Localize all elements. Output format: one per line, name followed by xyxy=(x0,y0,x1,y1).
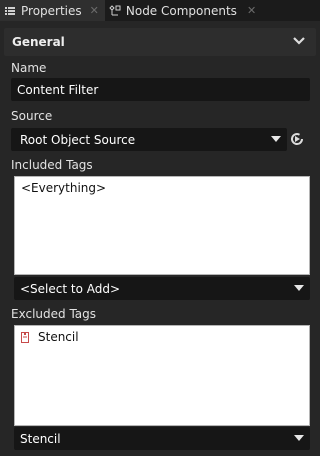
name-label: Name xyxy=(11,61,47,75)
dropdown-arrow-icon xyxy=(294,285,304,291)
close-icon[interactable]: ✕ xyxy=(247,4,256,17)
excluded-select-value: Stencil xyxy=(20,431,61,446)
source-dropdown[interactable]: Root Object Source xyxy=(11,128,287,151)
tab-node-components-label: Node Components xyxy=(125,3,237,18)
dropdown-arrow-icon xyxy=(271,136,281,142)
list-item[interactable]: Stencil xyxy=(21,329,303,345)
source-value: Root Object Source xyxy=(20,132,136,147)
excluded-tags-label: Excluded Tags xyxy=(11,307,97,321)
excluded-tags-select[interactable]: Stencil xyxy=(14,427,310,450)
name-field[interactable]: Content Filter xyxy=(11,78,310,101)
included-select-value: <Select to Add> xyxy=(20,281,121,296)
source-label: Source xyxy=(11,109,53,123)
tab-node-components[interactable]: Node Components ✕ xyxy=(105,0,262,21)
list-item[interactable]: <Everything> xyxy=(21,180,303,196)
go-to-source-icon[interactable] xyxy=(289,131,305,147)
list-item-label: Stencil xyxy=(38,330,79,344)
dropdown-arrow-icon xyxy=(294,435,304,441)
group-header-general[interactable]: General xyxy=(4,28,316,56)
list-icon xyxy=(4,5,16,17)
group-title: General xyxy=(12,35,65,49)
tab-bar: Properties ✕ Node Components ✕ xyxy=(0,0,320,21)
properties-panel: General Name Content Filter Source Root … xyxy=(0,21,320,456)
included-tags-select[interactable]: <Select to Add> xyxy=(14,277,310,300)
tab-properties[interactable]: Properties ✕ xyxy=(0,0,105,21)
tab-properties-label: Properties xyxy=(21,3,82,18)
excluded-tags-list[interactable]: Stencil xyxy=(14,325,310,426)
close-icon[interactable]: ✕ xyxy=(90,4,99,17)
chevron-down-icon[interactable] xyxy=(292,34,306,48)
remove-tag-icon[interactable] xyxy=(21,331,29,343)
included-tags-label: Included Tags xyxy=(11,158,93,172)
included-tags-list[interactable]: <Everything> xyxy=(14,176,310,275)
list-item-label: <Everything> xyxy=(21,181,107,195)
components-icon xyxy=(109,4,121,17)
